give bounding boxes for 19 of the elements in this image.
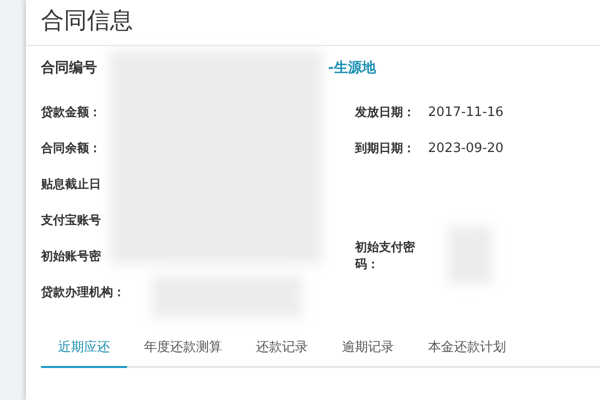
field-value: -生源地 <box>328 59 376 78</box>
field-label: 初始支付密码： <box>355 240 415 271</box>
field-value: 2023-09-20 <box>428 140 504 156</box>
field-label: 初始账号密 <box>41 248 101 262</box>
field-label: 合同余额： <box>41 140 101 154</box>
field-label: 支付宝账号 <box>41 212 101 226</box>
tab[interactable]: 逾期记录 <box>325 330 411 368</box>
field-label: 合同编号 <box>41 60 97 76</box>
tab[interactable]: 本金还款计划 <box>411 330 523 368</box>
tab[interactable]: 近期应还 <box>41 330 127 368</box>
field-value: 2017-11-16 <box>428 104 504 120</box>
field-label: 贴息截止日 <box>41 176 101 190</box>
page-title: 合同信息 <box>40 7 134 36</box>
tab[interactable]: 还款记录 <box>239 330 325 368</box>
field-label: 到期日期： <box>355 140 415 154</box>
field-label: 贷款金额： <box>41 104 101 118</box>
field-label: 发放日期： <box>355 104 415 118</box>
field-label: 贷款办理机构： <box>41 284 125 298</box>
tab[interactable]: 年度还款测算 <box>127 330 239 368</box>
